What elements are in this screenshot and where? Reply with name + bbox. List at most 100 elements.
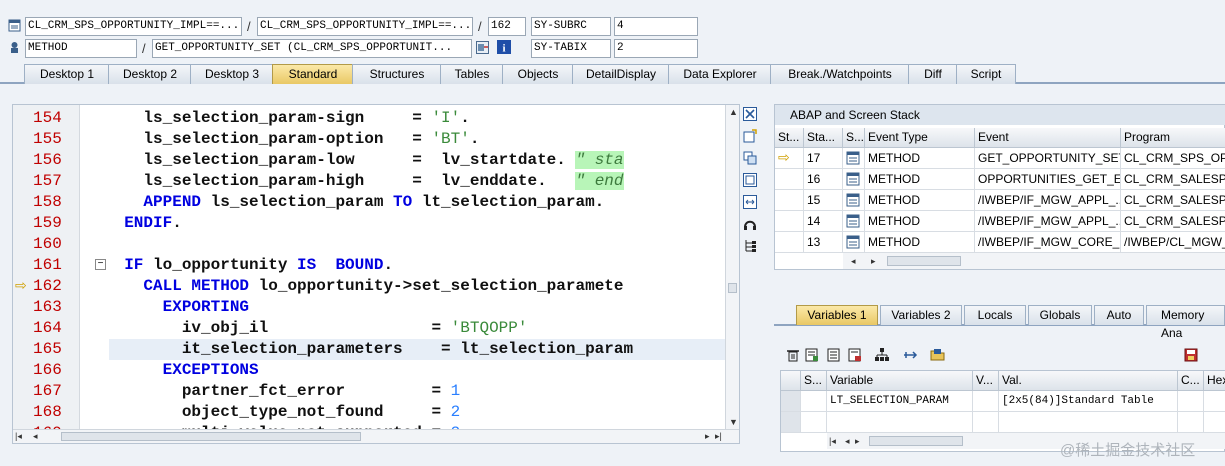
- tab-desktop-3[interactable]: Desktop 3: [190, 64, 274, 84]
- event-field[interactable]: GET_OPPORTUNITY_SET (CL_CRM_SPS_OPPORTUN…: [152, 39, 472, 58]
- code-line[interactable]: 164 iv_obj_il = 'BTQOPP': [13, 318, 739, 339]
- var-name[interactable]: LT_SELECTION_PARAM: [827, 391, 973, 412]
- stack-event[interactable]: OPPORTUNITIES_GET_E...: [975, 169, 1121, 190]
- table-view-icon[interactable]: [847, 348, 863, 364]
- stack-program[interactable]: /IWBEP/CL_MGW_: [1121, 232, 1225, 253]
- var-status[interactable]: [801, 412, 827, 433]
- hierarchy-icon[interactable]: [874, 348, 890, 364]
- scroll-right-icon[interactable]: ▸: [871, 256, 876, 267]
- tab-script[interactable]: Script: [956, 64, 1016, 84]
- save-icon[interactable]: [1183, 348, 1199, 364]
- var-value[interactable]: [999, 412, 1178, 433]
- tab-variables-2[interactable]: Variables 2: [880, 305, 962, 325]
- tree-tool-icon[interactable]: [742, 239, 758, 255]
- tab-locals[interactable]: Locals: [964, 305, 1026, 325]
- stack-current-marker[interactable]: [775, 232, 804, 253]
- code-line[interactable]: 166 EXCEPTIONS: [13, 360, 739, 381]
- list-detail-icon[interactable]: [804, 348, 820, 364]
- scroll-up-icon[interactable]: ▲: [729, 107, 738, 117]
- stack-program[interactable]: CL_CRM_SPS_OPPO: [1121, 148, 1225, 169]
- code-line[interactable]: 158 APPEND ls_selection_param TO lt_sele…: [13, 192, 739, 213]
- var-status[interactable]: [801, 391, 827, 412]
- maximize-icon[interactable]: [742, 173, 758, 189]
- stack-icon-cell[interactable]: [843, 148, 865, 169]
- scroll-left-icon[interactable]: ◂: [851, 256, 856, 267]
- var-col-header[interactable]: C...: [1178, 371, 1204, 391]
- tab-structures[interactable]: Structures: [352, 64, 442, 84]
- stack-program[interactable]: CL_CRM_SALESPIP: [1121, 211, 1225, 232]
- sysvar1-name-field[interactable]: SY-SUBRC: [531, 17, 611, 36]
- tab-standard[interactable]: Standard: [272, 64, 354, 84]
- sysvar2-name-field[interactable]: SY-TABIX: [531, 39, 611, 58]
- tab-breakpoints[interactable]: Break./Watchpoints: [770, 64, 910, 84]
- var-col-header[interactable]: Variable: [827, 371, 973, 391]
- code-line[interactable]: 167 partner_fct_error = 1: [13, 381, 739, 402]
- code-line[interactable]: 157 ls_selection_param-high = lv_enddate…: [13, 171, 739, 192]
- var-hex[interactable]: [1204, 391, 1225, 412]
- services-icon[interactable]: [742, 217, 758, 233]
- var-name[interactable]: [827, 412, 973, 433]
- stack-event[interactable]: /IWBEP/IF_MGW_APPL_...: [975, 190, 1121, 211]
- stack-icon-cell[interactable]: [843, 190, 865, 211]
- var-v[interactable]: [973, 391, 999, 412]
- event-type-field[interactable]: METHOD: [25, 39, 137, 58]
- tab-auto[interactable]: Auto: [1094, 305, 1144, 325]
- stack-event-type[interactable]: METHOD: [865, 232, 975, 253]
- stack-col-header[interactable]: Sta...: [804, 128, 843, 148]
- navigate-icon[interactable]: [476, 41, 489, 54]
- stack-current-marker[interactable]: [775, 169, 804, 190]
- stack-current-marker[interactable]: [775, 211, 804, 232]
- stack-hscroll[interactable]: ◂ ▸: [843, 253, 1225, 269]
- line-field[interactable]: 162: [488, 17, 526, 36]
- tab-variables-1[interactable]: Variables 1: [796, 305, 878, 325]
- stack-icon-cell[interactable]: [843, 211, 865, 232]
- var-col-header[interactable]: Val.: [999, 371, 1178, 391]
- stack-level[interactable]: 17: [804, 148, 843, 169]
- stack-event[interactable]: /IWBEP/IF_MGW_APPL_...: [975, 211, 1121, 232]
- scroll-left-icon[interactable]: ◂: [845, 436, 850, 447]
- stack-level[interactable]: 13: [804, 232, 843, 253]
- scroll-left-small-icon[interactable]: ◂: [33, 431, 38, 442]
- move-icon[interactable]: [902, 348, 918, 364]
- tab-objects[interactable]: Objects: [502, 64, 574, 84]
- code-line[interactable]: 168 object_type_not_found = 2: [13, 402, 739, 423]
- stack-event-type[interactable]: METHOD: [865, 190, 975, 211]
- tab-globals[interactable]: Globals: [1028, 305, 1092, 325]
- new-tool-icon[interactable]: [742, 129, 758, 145]
- code-line[interactable]: ⇨ 162 CALL METHOD lo_opportunity->set_sel…: [13, 276, 739, 297]
- scroll-thumb[interactable]: [728, 283, 737, 293]
- hscroll-thumb[interactable]: [61, 432, 361, 441]
- sysvar2-value-field[interactable]: 2: [614, 39, 698, 58]
- row-selector[interactable]: [781, 412, 801, 433]
- close-icon[interactable]: [742, 107, 758, 123]
- code-line[interactable]: 161− IF lo_opportunity IS BOUND.: [13, 255, 739, 276]
- tab-tables[interactable]: Tables: [440, 64, 504, 84]
- stack-level[interactable]: 15: [804, 190, 843, 211]
- tab-desktop-2[interactable]: Desktop 2: [108, 64, 192, 84]
- stack-current-marker[interactable]: [775, 190, 804, 211]
- stack-col-header[interactable]: Event Type: [865, 128, 975, 148]
- editor-vertical-scrollbar[interactable]: ▲ ▼: [725, 105, 739, 443]
- code-line[interactable]: 156 ls_selection_param-low = lv_startdat…: [13, 150, 739, 171]
- stack-col-header[interactable]: S...: [843, 128, 865, 148]
- scroll-first-icon[interactable]: |◂: [829, 436, 836, 447]
- stack-col-header[interactable]: Program: [1121, 128, 1225, 148]
- stack-level[interactable]: 14: [804, 211, 843, 232]
- delete-icon[interactable]: [785, 348, 801, 364]
- editor-horizontal-scrollbar[interactable]: |◂ ◂ ▸ ▸|: [13, 429, 739, 443]
- tab-diff[interactable]: Diff: [908, 64, 958, 84]
- tab-desktop-1[interactable]: Desktop 1: [24, 64, 110, 84]
- stack-event[interactable]: /IWBEP/IF_MGW_CORE_...: [975, 232, 1121, 253]
- var-col-header[interactable]: Hex: [1204, 371, 1225, 391]
- stack-col-header[interactable]: St...: [775, 128, 804, 148]
- stack-current-marker[interactable]: ⇨: [775, 148, 804, 169]
- tab-data-explorer[interactable]: Data Explorer: [668, 64, 772, 84]
- code-line[interactable]: 160: [13, 234, 739, 255]
- code-line[interactable]: 163 EXPORTING: [13, 297, 739, 318]
- tab-memory-analysis[interactable]: Memory Ana: [1146, 305, 1225, 340]
- var-col-header[interactable]: V...: [973, 371, 999, 391]
- swap-icon[interactable]: [742, 195, 758, 211]
- list-icon[interactable]: [826, 348, 842, 364]
- scroll-right-icon[interactable]: ▸: [855, 436, 860, 447]
- scroll-down-icon[interactable]: ▼: [729, 417, 738, 427]
